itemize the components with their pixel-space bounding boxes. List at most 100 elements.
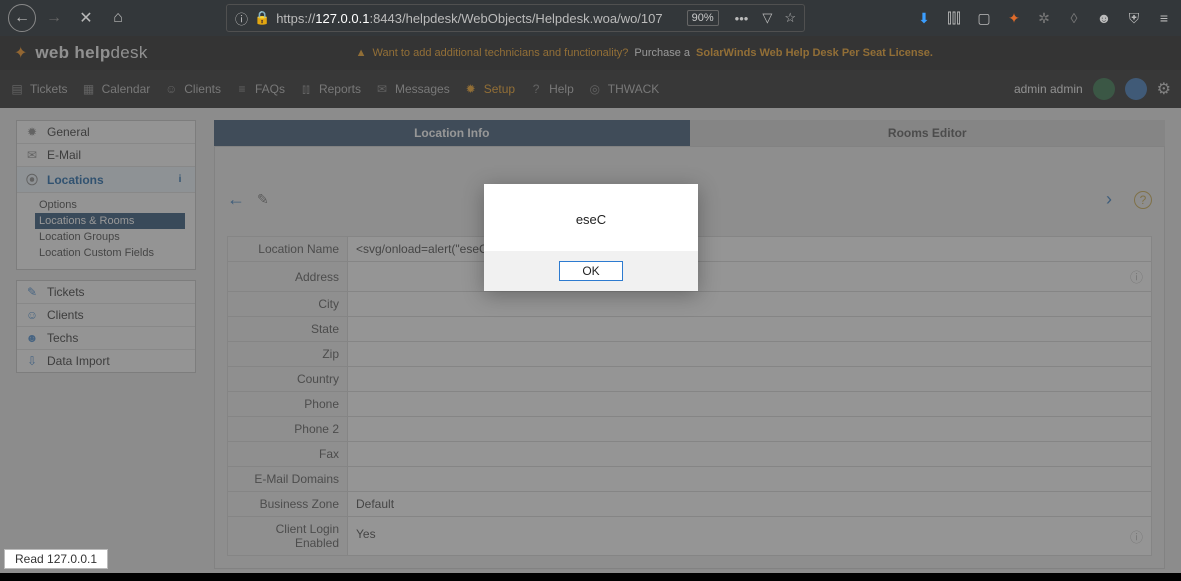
profile-icon[interactable]: ☻ — [1095, 9, 1113, 27]
browser-toolbar: ← → ✕ ⌂ ⓘ 🔒 https://127.0.0.1:8443/helpd… — [0, 0, 1181, 36]
back-arrow-icon[interactable]: ← — [227, 189, 245, 210]
nav-setup[interactable]: ✹Setup — [464, 82, 515, 96]
info-icon[interactable]: ⓘ — [1130, 527, 1143, 546]
form-row: Business ZoneDefault — [228, 492, 1152, 517]
sidebar-sub-location-custom-fields[interactable]: Location Custom Fields — [35, 245, 185, 261]
form-row: Zip — [228, 342, 1152, 367]
tab-rooms-editor[interactable]: Rooms Editor — [690, 120, 1166, 146]
sidebar-icon[interactable]: ▢ — [975, 9, 993, 27]
back-button[interactable]: ← — [8, 4, 36, 32]
library-icon[interactable]: ⫿⫿⫿ — [945, 9, 963, 27]
stop-button[interactable]: ✕ — [72, 4, 100, 32]
clients-icon: ☺ — [164, 82, 178, 96]
nav-faqs[interactable]: ≡FAQs — [235, 82, 285, 96]
download-icon[interactable]: ⬇ — [915, 9, 933, 27]
shield-icon[interactable]: ⛨ — [1125, 9, 1143, 27]
form-row: Client Login EnabledYesⓘ — [228, 517, 1152, 556]
zoom-level[interactable]: 90% — [687, 10, 719, 26]
form-label: Address — [228, 262, 348, 292]
extension3-icon[interactable]: ◊ — [1065, 9, 1083, 27]
form-label: Phone — [228, 392, 348, 417]
bookmark-star-icon[interactable]: ☆ — [784, 10, 796, 26]
nav-clients[interactable]: ☺Clients — [164, 82, 221, 96]
nav-reports[interactable]: ⫾⫾Reports — [299, 82, 361, 97]
sidebar-item-locations[interactable]: ⦿Locationsi — [17, 167, 195, 193]
setup-icon: ✹ — [464, 82, 478, 96]
form-value: <svg/onload=alert("eseC");// — [348, 237, 1152, 262]
license-banner: ▲ Want to add additional technicians and… — [356, 47, 933, 59]
form-value — [348, 392, 1152, 417]
faqs-icon: ≡ — [235, 82, 249, 96]
form-label: Zip — [228, 342, 348, 367]
nav-thwack[interactable]: ◎THWACK — [588, 82, 660, 96]
alert-ok-button[interactable]: OK — [559, 261, 622, 281]
tickets-icon: ▤ — [10, 82, 24, 96]
info-icon[interactable]: ⓘ — [1130, 267, 1143, 286]
sidebar-sub-location-groups[interactable]: Location Groups — [35, 229, 185, 245]
reader-icon[interactable]: ▽ — [762, 10, 772, 26]
avatar-blue[interactable] — [1125, 78, 1147, 100]
thwack-icon: ◎ — [588, 82, 602, 96]
sidebar-item-data-import[interactable]: ⇩Data Import — [17, 350, 195, 372]
form-value — [348, 417, 1152, 442]
form-row: Fax — [228, 442, 1152, 467]
form-label: E-Mail Domains — [228, 467, 348, 492]
form-label: State — [228, 317, 348, 342]
form-label: Phone 2 — [228, 417, 348, 442]
form-value — [348, 342, 1152, 367]
extension-icon[interactable]: ✦ — [1005, 9, 1023, 27]
sidebar-sub-locations-rooms[interactable]: Locations & Rooms — [35, 213, 185, 229]
form-value — [348, 292, 1152, 317]
sidebar-item-clients[interactable]: ☺Clients — [17, 304, 195, 327]
sidebar-sub-options[interactable]: Options — [35, 197, 185, 213]
help-circle-icon[interactable]: ? — [1134, 191, 1152, 209]
form-row: State — [228, 317, 1152, 342]
nav-tickets[interactable]: ▤Tickets — [10, 82, 68, 96]
form-value: Yesⓘ — [348, 517, 1152, 556]
clients-icon: ☺ — [25, 308, 39, 322]
form-value: Default — [348, 492, 1152, 517]
form-row: Country — [228, 367, 1152, 392]
menu-icon[interactable]: ≡ — [1155, 9, 1173, 27]
browser-right-icons: ⬇ ⫿⫿⫿ ▢ ✦ ✲ ◊ ☻ ⛨ ≡ — [915, 9, 1173, 27]
home-button[interactable]: ⌂ — [104, 4, 132, 32]
mail-icon: ✉ — [25, 148, 39, 162]
info-icon[interactable]: i — [173, 173, 187, 187]
form-label: Business Zone — [228, 492, 348, 517]
form-value — [348, 442, 1152, 467]
warning-icon: ▲ — [356, 47, 367, 59]
lock-icon: 🔒 — [254, 10, 270, 26]
gear-icon[interactable]: ⚙ — [1157, 79, 1171, 99]
form-label: City — [228, 292, 348, 317]
sidebar-item-tickets[interactable]: ✎Tickets — [17, 281, 195, 304]
form-label: Country — [228, 367, 348, 392]
form-label: Location Name — [228, 237, 348, 262]
brand-name: web helpdesk — [35, 43, 147, 63]
nav-help[interactable]: ?Help — [529, 82, 574, 96]
license-link[interactable]: SolarWinds Web Help Desk Per Seat Licens… — [696, 47, 933, 59]
location-icon: ⦿ — [25, 171, 39, 188]
extension2-icon[interactable]: ✲ — [1035, 9, 1053, 27]
brand-logo-icon: ✦ — [14, 43, 27, 63]
techs-icon: ☻ — [25, 331, 39, 345]
nav-calendar[interactable]: ▦Calendar — [82, 82, 151, 96]
alert-dialog: eseC OK — [484, 184, 698, 291]
more-icon[interactable]: ••• — [735, 11, 749, 26]
sidebar-item-general[interactable]: ✹General — [17, 121, 195, 144]
gear-icon: ✹ — [25, 125, 39, 139]
next-arrow-icon[interactable]: › — [1106, 189, 1112, 210]
nav-messages[interactable]: ✉Messages — [375, 82, 450, 96]
forward-button[interactable]: → — [40, 4, 68, 32]
info-icon[interactable]: ⓘ — [235, 9, 248, 28]
sidebar-item-email[interactable]: ✉E-Mail — [17, 144, 195, 167]
form-value — [348, 467, 1152, 492]
form-value: ⓘ — [348, 262, 1152, 292]
edit-icon[interactable]: ✎ — [257, 191, 269, 208]
sidebar-item-techs[interactable]: ☻Techs — [17, 327, 195, 350]
browser-status-bar: Read 127.0.0.1 — [4, 549, 108, 569]
url-bar[interactable]: ⓘ 🔒 https://127.0.0.1:8443/helpdesk/WebO… — [226, 4, 805, 32]
avatar-green[interactable] — [1093, 78, 1115, 100]
form-row: Phone — [228, 392, 1152, 417]
form-label: Fax — [228, 442, 348, 467]
tab-location-info[interactable]: Location Info — [214, 120, 690, 146]
